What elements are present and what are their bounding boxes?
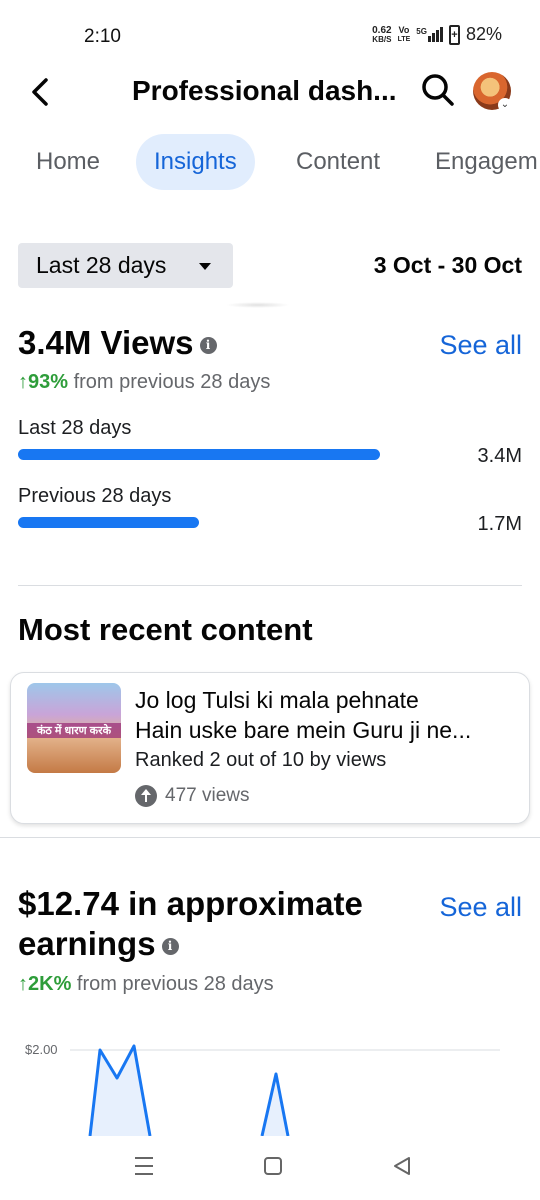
tab-engagement[interactable]: Engagem — [435, 134, 538, 190]
thumbnail-caption: कंठ में धारण करके — [27, 723, 121, 738]
status-icons: 0.62 KB/S Vo LTE 5G 82% — [372, 24, 502, 45]
date-range-dropdown[interactable]: Last 28 days — [18, 243, 233, 288]
views-see-all-link[interactable]: See all — [439, 330, 522, 361]
views-change: ↑93% from previous 28 days — [18, 371, 271, 393]
recent-content-card[interactable]: कंठ में धारण करके Jo log Tulsi ki mala p… — [10, 672, 530, 824]
caret-down-icon — [199, 263, 211, 270]
signal-icon: 5G — [416, 27, 443, 42]
app-header: Professional dash... ⌄ — [0, 66, 540, 118]
home-icon[interactable] — [264, 1157, 282, 1175]
search-icon[interactable] — [420, 72, 456, 108]
status-time: 2:10 — [84, 26, 121, 47]
battery-percent: 82% — [465, 24, 502, 44]
tab-home[interactable]: Home — [36, 134, 100, 190]
bar-current — [18, 449, 380, 460]
chevron-down-icon[interactable]: ⌄ — [498, 98, 512, 112]
views-title: 3.4M Views i — [18, 324, 217, 362]
info-icon[interactable]: i — [199, 336, 217, 354]
bar-label-current: Last 28 days — [18, 417, 132, 439]
bar-value-current: 3.4M — [477, 445, 522, 467]
back-icon[interactable] — [394, 1157, 410, 1175]
content-title: Jo log Tulsi ki mala pehnate Hain uske b… — [135, 687, 472, 743]
system-nav-bar — [0, 1136, 540, 1200]
page-title: Professional dash... — [132, 75, 397, 106]
info-icon[interactable]: i — [161, 937, 179, 955]
bar-previous — [18, 517, 199, 528]
battery-icon — [448, 24, 460, 45]
network-speed: 0.62 KB/S — [372, 24, 392, 44]
earnings-change: ↑2K% from previous 28 days — [18, 973, 274, 995]
content-rank: Ranked 2 out of 10 by views — [135, 749, 387, 771]
content-views: 477 views — [135, 785, 250, 807]
divider — [18, 585, 522, 586]
back-arrow-icon[interactable] — [26, 76, 56, 108]
recent-content-title: Most recent content — [18, 612, 313, 647]
y-tick-label: $2.00 — [25, 1042, 58, 1057]
divider-shadow — [226, 302, 290, 308]
tab-bar: Home Insights Content Engagem — [0, 134, 540, 190]
bar-label-previous: Previous 28 days — [18, 485, 172, 507]
arrow-up-circle-icon — [135, 785, 157, 807]
date-range-text: 3 Oct - 30 Oct — [373, 252, 522, 278]
date-range-selected: Last 28 days — [36, 252, 167, 278]
earnings-see-all-link[interactable]: See all — [439, 892, 522, 923]
content-thumbnail[interactable]: कंठ में धारण करके — [27, 683, 121, 773]
status-bar: 2:10 0.62 KB/S Vo LTE 5G 82% — [0, 0, 540, 66]
earnings-title: $12.74 in approximate earnings i — [18, 885, 363, 962]
divider — [0, 837, 540, 838]
recents-icon[interactable] — [135, 1157, 153, 1175]
earnings-chart: $2.00 — [25, 1042, 500, 1136]
tab-content[interactable]: Content — [296, 134, 380, 190]
bar-value-previous: 1.7M — [477, 513, 522, 535]
tab-insights[interactable]: Insights — [136, 134, 255, 190]
volte-icon: Vo LTE — [397, 24, 411, 43]
